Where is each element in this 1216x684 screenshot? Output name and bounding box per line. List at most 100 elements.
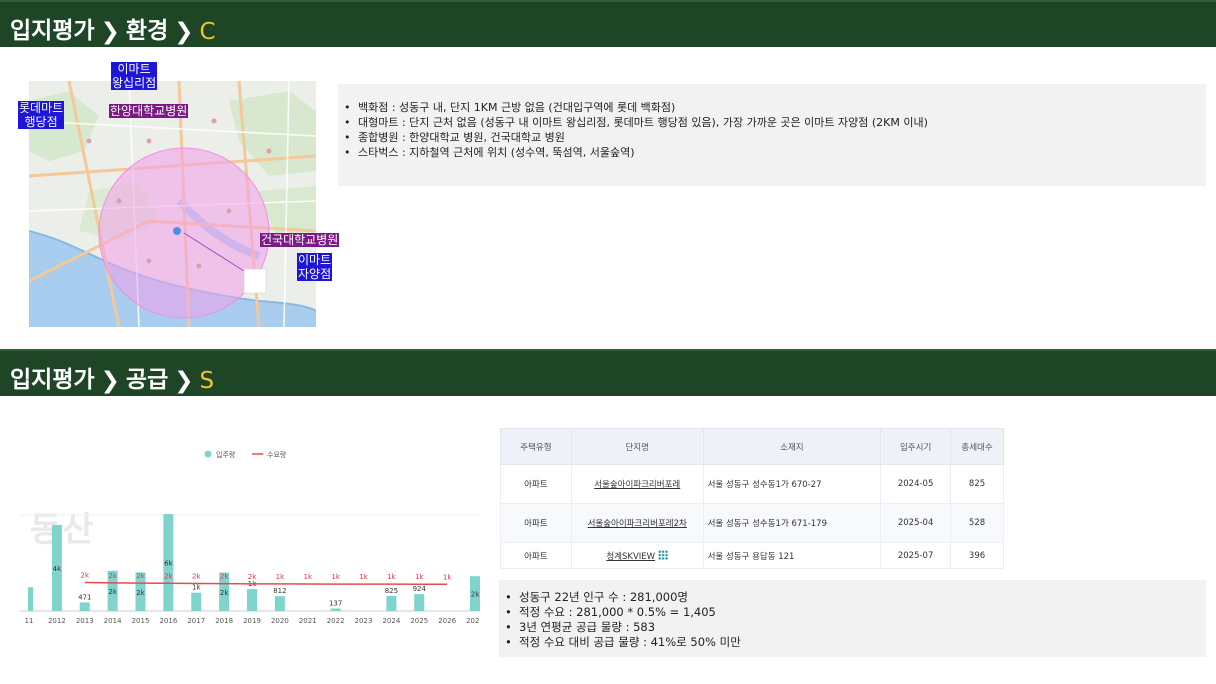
cell-units: 825	[950, 464, 1004, 504]
table-header-units: 총세대수	[950, 428, 1004, 465]
x-tick-label: 2015	[132, 617, 150, 625]
grade-badge: S	[199, 368, 215, 394]
bar-value-label: 2k	[220, 589, 229, 597]
section-title: 입지평가	[10, 18, 95, 44]
cell-units: 528	[950, 503, 1004, 543]
table-header-date: 입주시기	[880, 428, 952, 465]
cell-type: 아파트	[500, 542, 572, 569]
supply-table: 주택유형 단지명 소재지 입주시기 총세대수 아파트 서울숲아이파크리버포레 서…	[500, 428, 1004, 569]
x-tick-label: 2013	[76, 617, 94, 625]
cell-type: 아파트	[500, 503, 572, 543]
supply-bullet-list: 성동구 22년 인구 수 : 281,000명적정 수요 : 281,000 *…	[499, 590, 1206, 650]
x-tick-label: 2014	[104, 617, 122, 625]
line-value-label: 1k	[303, 573, 312, 581]
bar-value-label: 825	[385, 587, 398, 595]
bar-supply	[28, 587, 33, 611]
map-label-emart-wangsimni: 이마트 왕십리점	[111, 62, 158, 90]
bullet-item: 종합병원 : 한양대학교 병원, 건국대학교 병원	[338, 130, 1206, 145]
bar-value-label: 6k	[164, 559, 173, 567]
bullet-item: 스타벅스 : 지하철역 근처에 위치 (성수역, 뚝섬역, 서울숲역)	[338, 145, 1206, 160]
line-value-label: 1k	[415, 573, 424, 581]
bullet-item: 성동구 22년 인구 수 : 281,000명	[499, 590, 1206, 605]
table-row: 아파트 서울숲아이파크리버포레 서울 성동구 성수동1가 670-27 2024…	[500, 464, 1004, 504]
map-label-konkuk-hospital: 건국대학교병원	[260, 233, 340, 247]
line-value-label: 2k	[80, 572, 89, 580]
table-row: 아파트 서울숲아이파크리버포레2차 서울 성동구 성수동1가 671-179 2…	[500, 503, 1004, 543]
complex-name-link[interactable]: 서울숲아이파크리버포레2차	[588, 519, 687, 529]
table-header-name: 단지명	[570, 428, 704, 465]
x-tick-label: 2019	[243, 617, 261, 625]
cell-date: 2025-04	[880, 503, 952, 543]
bar-supply	[414, 594, 425, 611]
table-header-type: 주택유형	[500, 428, 572, 465]
x-tick-label: 2012	[48, 617, 66, 625]
bullet-item: 대형마트 : 단지 근처 없음 (성동구 내 이마트 왕십리점, 롯데마트 행당…	[338, 115, 1206, 130]
environment-section-header: 입지평가 ❯ 환경 ❯ C	[0, 0, 1216, 47]
grade-badge: C	[199, 19, 216, 45]
x-tick-label: 2016	[159, 617, 177, 625]
line-value-label: 2k	[220, 573, 229, 581]
line-value-label: 1k	[359, 573, 368, 581]
cell-date: 2024-05	[880, 464, 952, 504]
grid-icon[interactable]	[658, 549, 669, 560]
chevron-right-icon: ❯	[174, 368, 194, 394]
cell-type: 아파트	[500, 464, 572, 504]
line-value-label: 1k	[276, 573, 285, 581]
complex-name-link[interactable]: 서울숲아이파크리버포레	[594, 480, 680, 490]
supply-section-header: 입지평가 ❯ 공급 ❯ S	[0, 349, 1216, 396]
supply-chart: 입주량 수요량 11 4k 2012 471 2013 2k 2014 2k 2015 6k 2016 1…	[20, 450, 480, 625]
chart-legend: 입주량 수요량	[204, 450, 287, 459]
line-value-label: 1k	[443, 573, 452, 581]
cell-date: 2025-07	[880, 542, 952, 569]
bar-supply	[79, 602, 90, 611]
legend-marker-supply	[204, 450, 212, 458]
x-tick-label: 2021	[299, 617, 317, 625]
section-subtitle: 공급	[125, 367, 169, 393]
bar-value-label: 471	[78, 593, 91, 601]
line-value-label: 2k	[136, 572, 145, 580]
legend-label-supply: 입주량	[216, 451, 236, 459]
x-tick-label: 2027	[466, 617, 480, 625]
line-value-label: 2k	[108, 572, 117, 580]
map-label-lotte-mart: 롯데마트 행당점	[18, 101, 65, 129]
bar-supply	[386, 595, 397, 611]
bar-value-label: 4k	[53, 565, 62, 573]
line-value-label: 2k	[248, 573, 257, 581]
x-tick-label: 2020	[271, 617, 289, 625]
bar-supply	[191, 592, 202, 611]
bullet-item: 적정 수요 : 281,000 * 0.5% = 1,405	[499, 605, 1206, 620]
table-header-row: 주택유형 단지명 소재지 입주시기 총세대수	[500, 428, 1004, 465]
bullet-item: 백화점 : 성동구 내, 단지 1KM 근방 없음 (건대입구역에 롯데 백화점…	[338, 100, 1206, 115]
map-label-emart-jayang: 이마트 자양점	[297, 253, 333, 281]
line-value-label: 2k	[192, 572, 201, 580]
bar-value-label: 2k	[108, 588, 117, 596]
bar-value-label: 2k	[471, 591, 480, 599]
cell-address: 서울 성동구 성수동1가 671-179	[702, 503, 882, 543]
section-title: 입지평가	[10, 367, 95, 393]
legend-label-demand: 수요량	[267, 451, 287, 459]
line-value-label: 2k	[164, 572, 173, 580]
bar-supply	[274, 596, 285, 611]
bar-value-label: 924	[413, 585, 427, 593]
table-row: 아파트 청계SKVIEW 서울 성동구 용답동 121 2025-07 396	[500, 542, 1004, 569]
supply-info-box: 성동구 22년 인구 수 : 281,000명적정 수요 : 281,000 *…	[499, 580, 1206, 657]
chevron-right-icon: ❯	[100, 368, 120, 394]
chevron-right-icon: ❯	[100, 19, 120, 45]
chevron-right-icon: ❯	[174, 19, 194, 45]
environment-bullet-list: 백화점 : 성동구 내, 단지 1KM 근방 없음 (건대입구역에 롯데 백화점…	[338, 100, 1206, 160]
x-tick-label: 2017	[187, 617, 205, 625]
x-tick-label: 2024	[382, 617, 400, 625]
x-tick-label: 2023	[355, 617, 373, 625]
cell-address: 서울 성동구 성수동1가 670-27	[702, 464, 882, 504]
x-tick-label: 11	[25, 617, 34, 625]
bar-value-label: 2k	[136, 589, 145, 597]
x-tick-label: 2025	[410, 617, 428, 625]
x-tick-label: 2022	[327, 617, 345, 625]
cell-units: 396	[950, 542, 1004, 569]
line-value-label: 1k	[331, 573, 340, 581]
complex-name-link[interactable]: 청계SKVIEW	[606, 552, 655, 562]
bar-value-label: 137	[329, 599, 342, 607]
x-tick-label: 2026	[438, 617, 456, 625]
environment-info-box: 백화점 : 성동구 내, 단지 1KM 근방 없음 (건대입구역에 롯데 백화점…	[338, 84, 1206, 186]
bar-value-label: 812	[273, 587, 286, 595]
